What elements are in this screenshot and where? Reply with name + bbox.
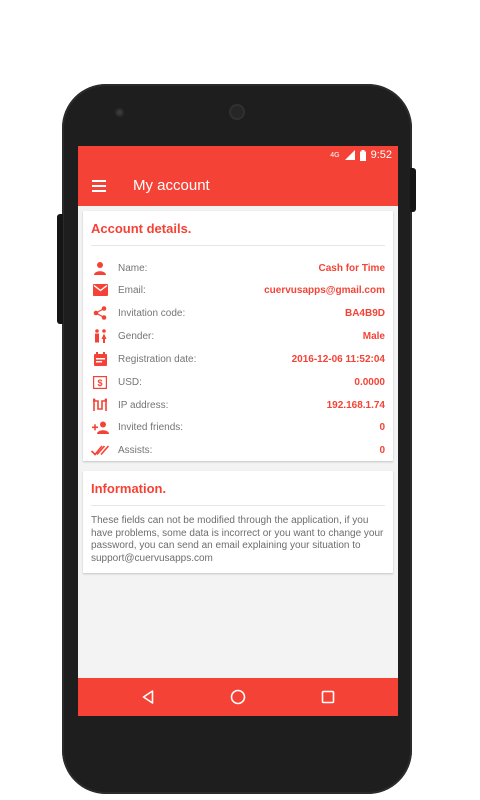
information-text: These fields can not be modified through…	[91, 515, 384, 564]
detail-label: Invited friends:	[118, 421, 184, 433]
detail-value: 0.0000	[354, 376, 385, 388]
detail-row-registration-date: Registration date: 2016-12-06 11:52:04	[91, 348, 385, 370]
network-type: 4G	[330, 151, 340, 159]
email-icon	[91, 283, 109, 297]
person-icon	[91, 261, 109, 275]
detail-label: Registration date:	[118, 353, 197, 365]
add-person-icon	[91, 420, 109, 434]
home-icon[interactable]	[228, 688, 248, 706]
power-button	[410, 168, 416, 212]
gender-icon	[91, 329, 109, 343]
detail-value: 192.168.1.74	[326, 399, 385, 411]
ip-icon	[91, 398, 109, 412]
detail-row-invited-friends: Invited friends: 0	[91, 416, 385, 438]
status-bar: 4G 9:52	[78, 146, 398, 166]
divider	[91, 245, 385, 246]
clock: 9:52	[370, 149, 392, 161]
volume-button	[57, 214, 63, 324]
detail-label: Name:	[118, 262, 148, 274]
detail-value: 2016-12-06 11:52:04	[291, 353, 385, 365]
account-details-card: Account details. Name: Cash for Time Ema…	[83, 211, 393, 461]
navigation-bar	[78, 678, 398, 716]
detail-row-email: Email: cuervusapps@gmail.com	[91, 279, 385, 301]
detail-row-usd: $ USD: 0.0000	[91, 371, 385, 393]
detail-value: Cash for Time	[318, 262, 386, 274]
detail-row-invitation-code: Invitation code: BA4B9D	[91, 302, 385, 324]
battery-icon	[359, 149, 366, 161]
app-bar: My account	[78, 166, 398, 206]
information-title: Information.	[91, 481, 167, 496]
detail-label: Gender:	[118, 330, 155, 342]
divider	[91, 505, 385, 506]
detail-label: Assists:	[118, 444, 153, 456]
detail-label: USD:	[118, 376, 142, 388]
recents-icon[interactable]	[318, 688, 338, 706]
earpiece-speaker	[229, 104, 245, 120]
detail-value: 0	[379, 444, 385, 456]
account-details-title: Account details.	[91, 221, 192, 236]
detail-value: Male	[362, 330, 385, 342]
back-icon[interactable]	[138, 688, 158, 706]
detail-row-ip-address: IP address: 192.168.1.74	[91, 394, 385, 416]
svg-text:$: $	[97, 378, 102, 388]
double-check-icon	[91, 443, 109, 457]
detail-label: Invitation code:	[118, 307, 186, 319]
signal-icon	[344, 150, 355, 160]
menu-icon[interactable]	[92, 180, 106, 192]
detail-value: cuervusapps@gmail.com	[264, 284, 385, 296]
information-card: Information. These fields can not be mod…	[83, 471, 393, 573]
detail-label: IP address:	[118, 399, 169, 411]
dollar-icon: $	[91, 375, 109, 389]
page-title: My account	[133, 177, 210, 194]
detail-row-gender: Gender: Male	[91, 325, 385, 347]
detail-value: BA4B9D	[344, 307, 385, 319]
detail-row-name: Name: Cash for Time	[91, 257, 385, 279]
detail-label: Email:	[118, 284, 146, 296]
front-camera	[115, 108, 124, 117]
detail-value: 0	[379, 421, 385, 433]
screen: 4G 9:52 My account Account details. Name…	[78, 146, 398, 716]
detail-row-assists: Assists: 0	[91, 439, 385, 461]
share-icon	[91, 306, 109, 320]
calendar-icon	[91, 352, 109, 366]
